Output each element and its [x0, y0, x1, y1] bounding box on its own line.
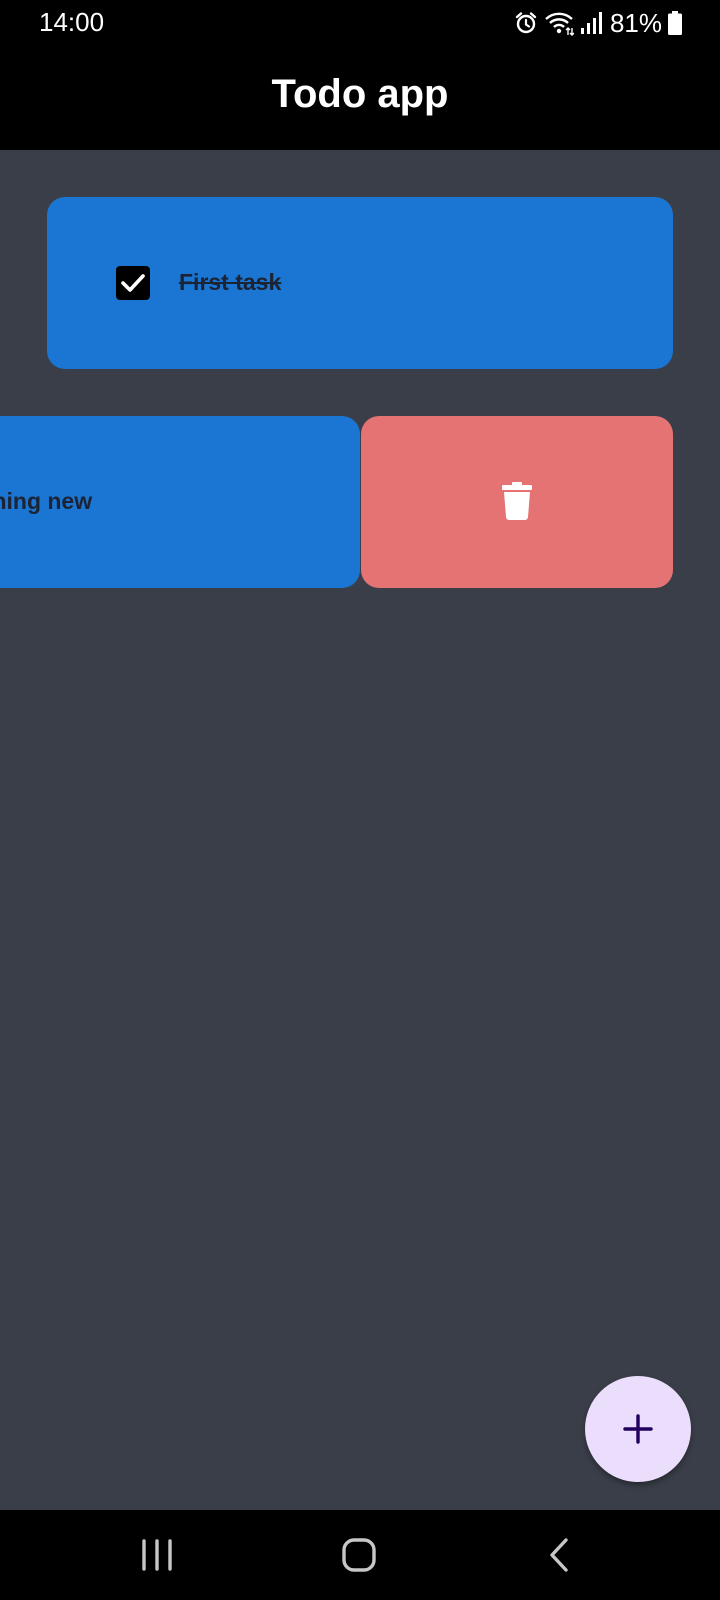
system-nav-bar	[0, 1510, 720, 1600]
task-label: First task	[179, 269, 282, 295]
screen: 14:00 81% Todo app First task ing new	[0, 0, 720, 1600]
task-card-swiped[interactable]: ething new	[0, 416, 360, 588]
alarm-icon	[514, 11, 538, 35]
trash-icon	[502, 482, 532, 520]
status-icons: 81%	[514, 8, 682, 38]
back-icon	[550, 1538, 568, 1572]
app-title: Todo app	[271, 72, 449, 116]
delete-action[interactable]	[361, 416, 673, 588]
app-bar: Todo app	[0, 46, 720, 150]
wifi-icon	[544, 10, 574, 36]
task-checkbox[interactable]	[116, 266, 150, 300]
recents-button[interactable]	[97, 1510, 217, 1600]
task-label: ething new	[0, 488, 93, 514]
recents-icon	[142, 1539, 172, 1571]
task-card[interactable]: First task	[47, 197, 673, 369]
home-button[interactable]	[299, 1510, 419, 1600]
status-bar: 14:00 81%	[0, 0, 720, 46]
status-time: 14:00	[39, 7, 105, 37]
back-button[interactable]	[499, 1510, 619, 1600]
task-list: First task ething new	[0, 150, 720, 1510]
add-task-button[interactable]	[585, 1376, 691, 1482]
plus-icon	[623, 1414, 653, 1444]
signal-icon	[580, 11, 602, 35]
battery-percentage: 81%	[609, 7, 662, 38]
home-icon	[342, 1538, 376, 1572]
check-icon	[121, 274, 145, 292]
battery-icon	[668, 11, 682, 35]
